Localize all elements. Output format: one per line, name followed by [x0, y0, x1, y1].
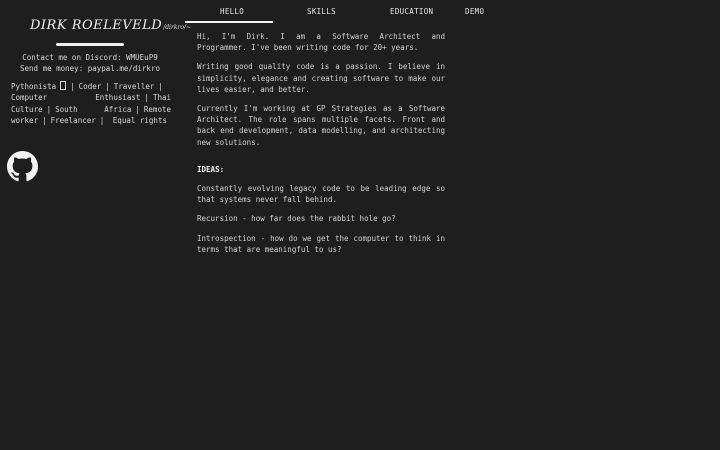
- github-icon[interactable]: [7, 151, 38, 182]
- tab-demo[interactable]: DEMO: [465, 7, 484, 16]
- passion-paragraph: Writing good quality code is a passion. …: [197, 62, 445, 94]
- main-nav: HELLO SKILLS EDUCATION DEMO: [185, 0, 505, 26]
- current-role-paragraph: Currently I'm working at GP Strategies a…: [197, 104, 445, 147]
- contact-paypal[interactable]: Send me money: paypal.me/dirkro: [0, 64, 180, 73]
- tag-separator: |: [99, 115, 105, 125]
- site-title[interactable]: DIRK ROELEVELD/dirkro/~: [30, 14, 191, 33]
- tab-skills[interactable]: SKILLS: [307, 7, 336, 16]
- ideas-heading: IDEAS:: [197, 164, 225, 174]
- tag-list: Pythonista | Coder | Traveller | Computer Ent…: [11, 81, 171, 126]
- tag-coder: Coder: [78, 82, 102, 91]
- tag-separator: |: [135, 104, 140, 114]
- intro-paragraph: Hi, I'm Dirk. I am a Software Architect …: [197, 32, 445, 53]
- tag-pythonista: Pythonista: [11, 82, 57, 91]
- author-name: DIRK ROELEVELD: [30, 18, 163, 33]
- tag-separator: |: [70, 82, 75, 91]
- contact-discord: Contact me on Discord: WMUEuP9: [22, 53, 158, 62]
- idea-item: Recursion - how far does the rabbit hole…: [197, 214, 396, 224]
- tag-south-africa: South Africa: [55, 104, 132, 114]
- tab-hello[interactable]: HELLO: [220, 7, 244, 16]
- tag-traveller: Traveller: [113, 82, 155, 91]
- tab-education[interactable]: EDUCATION: [390, 7, 433, 16]
- tag-separator: |: [42, 115, 47, 125]
- tag-separator: |: [46, 104, 52, 114]
- github-logo-svg: [7, 151, 38, 182]
- hello-content: Hi, I'm Dirk. I am a Software Architect …: [197, 31, 445, 263]
- active-tab-indicator: [185, 21, 273, 23]
- page: DIRK ROELEVELD/dirkro/~ Contact me on Di…: [0, 0, 720, 450]
- tag-equal-rights: Equal rights: [112, 115, 167, 125]
- sidebar: DIRK ROELEVELD/dirkro/~ Contact me on Di…: [0, 0, 191, 450]
- tag-separator: |: [158, 82, 163, 91]
- tag-separator: |: [144, 93, 149, 103]
- tag-computer-enthusiast: Computer Enthusiast: [11, 93, 141, 103]
- tag-separator: |: [105, 82, 110, 91]
- tag-freelancer: Freelancer: [50, 115, 96, 125]
- idea-item: Introspection - how do we get the comput…: [197, 233, 445, 254]
- missing-glyph-icon: [60, 81, 67, 90]
- idea-item: Constantly evolving legacy code to be le…: [197, 184, 445, 205]
- title-underline: [56, 43, 124, 46]
